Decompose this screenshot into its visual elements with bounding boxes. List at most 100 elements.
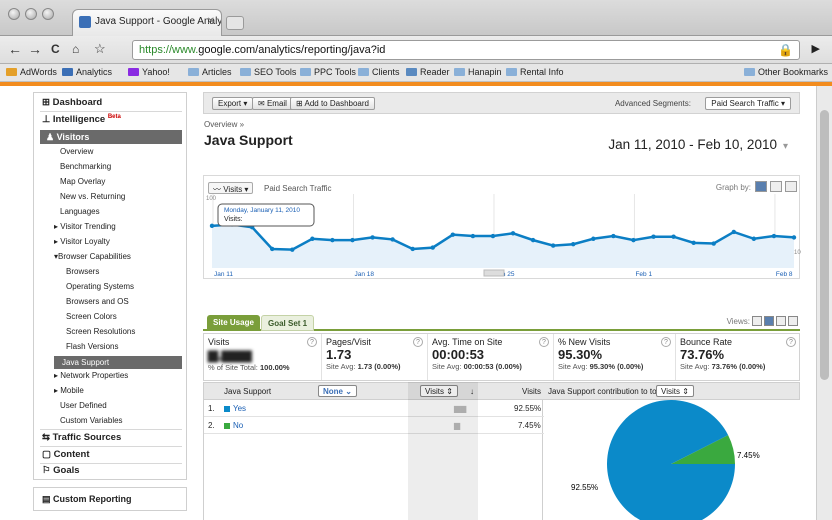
data-point	[611, 233, 616, 239]
bookmark-reader[interactable]: Reader	[406, 67, 450, 77]
segment-select[interactable]: Paid Search Traffic ▾	[705, 97, 791, 110]
pivot-view-icon[interactable]	[788, 316, 798, 326]
nav-screen-resolutions[interactable]: Screen Resolutions	[66, 327, 135, 336]
column-visits[interactable]: Visits	[522, 387, 541, 396]
metric-sub: Site Avg: 95.30% (0.00%)	[558, 362, 644, 371]
email-button[interactable]: ✉ Email	[252, 97, 293, 110]
column-java-support[interactable]: Java Support	[224, 387, 271, 396]
bookmark-other[interactable]: Other Bookmarks	[744, 67, 828, 77]
nav-goals[interactable]: ⚐ Goals	[42, 465, 80, 476]
metric-pages-visit: Pages/Visit 1.73 Site Avg: 1.73 (0.00%) …	[322, 334, 428, 380]
help-icon[interactable]: ?	[307, 337, 317, 347]
bookmark-ppc-tools[interactable]: PPC Tools	[300, 67, 356, 77]
new-tab-button[interactable]	[226, 16, 244, 30]
nav-visitors[interactable]: ♟ Visitors	[40, 130, 182, 144]
date-range-picker[interactable]: Jan 11, 2010 - Feb 10, 2010 ▾	[608, 137, 788, 152]
export-button[interactable]: Export ▾	[212, 97, 254, 110]
nav-browsers-and-os[interactable]: Browsers and OS	[66, 297, 129, 306]
row-label-link[interactable]: Yes	[224, 404, 246, 413]
close-window-button[interactable]	[8, 8, 20, 20]
graph-by-month-icon[interactable]	[785, 181, 797, 192]
row-label-link[interactable]: No	[224, 421, 243, 430]
data-point	[430, 245, 435, 250]
graph-by-week-icon[interactable]	[770, 181, 782, 192]
nav-map-overlay[interactable]: Map Overlay	[60, 177, 105, 186]
page-menu-icon[interactable]: ▶	[812, 42, 820, 55]
pie-view-icon[interactable]	[764, 316, 774, 326]
help-icon[interactable]: ?	[413, 337, 423, 347]
zoom-window-button[interactable]	[42, 8, 54, 20]
nav-screen-colors[interactable]: Screen Colors	[66, 312, 117, 321]
compare-segment-label: Paid Search Traffic	[264, 184, 332, 193]
bookmark-adwords[interactable]: AdWords	[6, 67, 57, 77]
nav-content[interactable]: ▢ Content	[42, 449, 90, 460]
nav-visitor-trending[interactable]: ▸ Visitor Trending	[54, 222, 116, 231]
intelligence-icon: ⊥	[42, 114, 53, 126]
report-icon: ▤	[42, 494, 54, 504]
nav-dashboard[interactable]: ⊞ Dashboard	[42, 97, 102, 108]
nav-user-defined[interactable]: User Defined	[60, 401, 107, 410]
help-icon[interactable]: ?	[539, 337, 549, 347]
data-point	[751, 236, 757, 241]
contribution-select[interactable]: Visits ⇕	[656, 385, 694, 397]
nav-overview[interactable]: Overview	[60, 147, 93, 156]
bookmarks-bar: AdWords Analytics Yahoo! Articles SEO To…	[0, 64, 832, 82]
redacted-value: ▆,▆▆▆	[208, 347, 252, 362]
lock-icon: 🔒	[778, 43, 793, 57]
nav-traffic-sources[interactable]: ⇆ Traffic Sources	[42, 432, 121, 443]
home-icon[interactable]: ⌂	[72, 41, 79, 57]
graph-by-day-icon[interactable]	[755, 181, 767, 192]
bookmark-yahoo[interactable]: Yahoo!	[128, 67, 170, 77]
bookmark-rental-info[interactable]: Rental Info	[506, 67, 564, 77]
breadcrumb[interactable]: Overview »	[204, 120, 244, 129]
tab-site-usage[interactable]: Site Usage	[207, 315, 260, 331]
nav-java-support[interactable]: Java Support	[54, 356, 182, 369]
help-icon[interactable]: ?	[786, 337, 796, 347]
y-tick-label-left: 100	[206, 196, 217, 202]
bookmark-analytics[interactable]: Analytics	[62, 67, 112, 77]
nav-visitor-loyalty[interactable]: ▸ Visitor Loyalty	[54, 237, 110, 246]
bookmark-clients[interactable]: Clients	[358, 67, 400, 77]
metric-label: Avg. Time on Site	[432, 337, 503, 347]
yahoo-icon	[128, 68, 139, 76]
chart-metric-select[interactable]: 〰 Visits ▾	[208, 182, 254, 194]
nav-languages[interactable]: Languages	[60, 207, 100, 216]
browser-tab[interactable]: Java Support - Google Analy ✕	[72, 9, 222, 36]
tab-goal-set-1[interactable]: Goal Set 1	[261, 315, 315, 331]
address-bar[interactable]: https://www.google.com/analytics/reporti…	[132, 40, 800, 60]
table-view-icon[interactable]	[752, 316, 762, 326]
bookmark-seo-tools[interactable]: SEO Tools	[240, 67, 296, 77]
nav-custom-reporting[interactable]: ▤ Custom Reporting	[33, 487, 187, 511]
nav-network-properties[interactable]: ▸ Network Properties	[54, 371, 128, 380]
bookmark-articles[interactable]: Articles	[188, 67, 232, 77]
nav-flash-versions[interactable]: Flash Versions	[66, 342, 118, 351]
sorted-column-highlight	[408, 382, 478, 520]
add-to-dashboard-button[interactable]: ⊞ Add to Dashboard	[290, 97, 375, 110]
back-arrow-icon[interactable]: ←	[8, 41, 22, 57]
metric-label: Visits	[208, 337, 230, 347]
reload-icon[interactable]: C	[51, 41, 60, 57]
divider	[40, 111, 182, 112]
secondary-dimension-select[interactable]: None ⌄	[318, 385, 357, 397]
bookmark-star-icon[interactable]: ☆	[94, 41, 106, 57]
views-label: Views:	[726, 317, 750, 326]
data-point	[209, 223, 215, 229]
nav-intelligence[interactable]: ⊥ Intelligence Beta	[42, 114, 121, 125]
nav-benchmarking[interactable]: Benchmarking	[60, 162, 111, 171]
bookmark-hanapin[interactable]: Hanapin	[454, 67, 502, 77]
forward-arrow-icon[interactable]: →	[28, 41, 42, 57]
nav-new-vs-returning[interactable]: New vs. Returning	[60, 192, 125, 201]
nav-operating-systems[interactable]: Operating Systems	[66, 282, 134, 291]
minimize-window-button[interactable]	[25, 8, 37, 20]
help-icon[interactable]: ?	[661, 337, 671, 347]
nav-browsers[interactable]: Browsers	[66, 267, 99, 276]
nav-browser-capabilities[interactable]: ▾Browser Capabilities	[54, 252, 131, 261]
scrollbar-thumb[interactable]	[820, 110, 829, 380]
nav-custom-variables[interactable]: Custom Variables	[60, 416, 123, 425]
close-tab-icon[interactable]: ✕	[207, 16, 215, 27]
nav-mobile[interactable]: ▸ Mobile	[54, 386, 84, 395]
data-point	[370, 235, 375, 240]
vertical-scrollbar[interactable]	[816, 86, 832, 520]
bar-view-icon[interactable]	[776, 316, 786, 326]
report-main: Export ▾ ✉ Email ⊞ Add to Dashboard Adva…	[203, 92, 801, 520]
